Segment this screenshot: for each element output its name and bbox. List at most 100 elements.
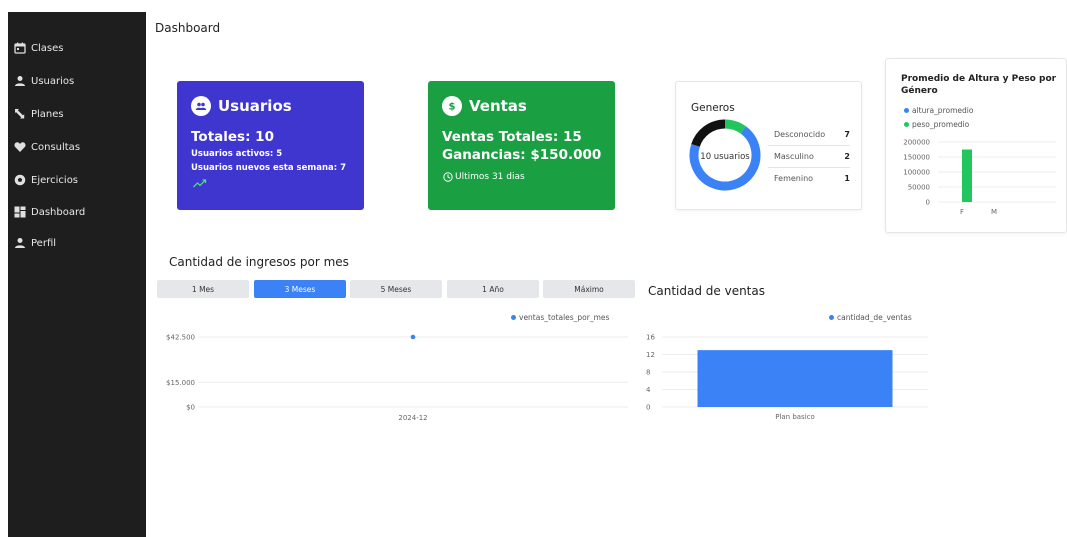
y-tick-label: $42.500 [166, 334, 195, 342]
page-title: Dashboard [155, 21, 221, 35]
sidebar-item-dashboard[interactable]: Dashboard [14, 206, 85, 218]
donut-center-label: 10 usuarios [700, 152, 750, 162]
y-tick-label: 200000 [903, 139, 930, 147]
x-tick-label: M [991, 208, 997, 216]
sales-chart-title: Cantidad de ventas [648, 284, 765, 298]
gender-value: 7 [844, 130, 850, 139]
x-tick-label: F [960, 208, 964, 216]
legend-label: ventas_totales_por_mes [519, 313, 610, 322]
sales-legend[interactable]: cantidad_de_ventas [829, 313, 912, 322]
arrows-icon [15, 109, 25, 119]
sidebar-item-label: Consultas [31, 141, 81, 153]
sidebar-item-label: Ejercicios [31, 174, 79, 186]
y-tick-label: 150000 [903, 154, 930, 162]
dollar-icon: $ [449, 102, 456, 113]
gender-row-femenino: Femenino 1 [774, 174, 850, 183]
users-new-week: Usuarios nuevos esta semana: 7 [191, 163, 347, 173]
sidebar-item-clases[interactable]: Clases [14, 42, 63, 54]
y-tick-label: 12 [646, 351, 655, 359]
height-weight-card: Promedio de Altura y Peso por Género alt… [885, 58, 1067, 233]
sidebar-item-label: Usuarios [31, 75, 75, 87]
range-5-meses-button[interactable]: 5 Meses [350, 280, 442, 298]
sales-card: $ Ventas Ventas Totales: 15 Ganancias: $… [428, 81, 615, 210]
y-tick-label: $0 [186, 404, 195, 412]
y-tick-label: 4 [646, 386, 651, 394]
gender-label: Masculino [774, 152, 814, 161]
x-tick-label: 2024-12 [398, 414, 427, 422]
legend-label: altura_promedio [912, 106, 974, 115]
users-badge [191, 96, 211, 116]
y-tick-label: 50000 [908, 184, 930, 192]
legend-dot [904, 108, 909, 113]
y-tick-label: 8 [646, 369, 650, 377]
range-3-meses-button[interactable]: 3 Meses [254, 280, 346, 298]
income-scatter-chart: $42.500 $15.000 $0 2024-12 [166, 334, 628, 422]
users-card-title: Usuarios [218, 97, 292, 115]
sidebar-item-label: Dashboard [31, 206, 86, 218]
y-tick-label: 0 [926, 199, 930, 207]
bar-plan-basico[interactable] [697, 350, 893, 407]
donut-slice-masculino[interactable] [691, 119, 726, 148]
sales-bar-chart: 16 12 8 4 0 Plan basico [646, 334, 928, 421]
gender-label: Femenino [774, 174, 814, 183]
gender-value: 1 [844, 174, 850, 183]
range-1-ano-button[interactable]: 1 Año [447, 280, 539, 298]
user-icon [15, 76, 25, 86]
users-active: Usuarios activos: 5 [191, 149, 283, 159]
data-point-2024-12[interactable] [410, 334, 416, 340]
height-weight-title: Promedio de Altura y Peso por Género [901, 74, 1057, 96]
sales-card-title: Ventas [469, 97, 527, 115]
dashboard-icon [14, 206, 26, 218]
sales-period: Ultimos 31 dias [443, 172, 525, 182]
users-icon [195, 102, 207, 110]
legend-peso[interactable]: peso_promedio [904, 120, 969, 129]
donut-slice-femenino[interactable] [724, 119, 746, 134]
y-tick-label: 16 [646, 334, 655, 342]
sidebar-item-label: Planes [31, 108, 64, 120]
gender-label: Desconocido [774, 130, 826, 139]
y-tick-label: 0 [646, 404, 650, 412]
height-weight-bar-chart: 200000 150000 100000 50000 0 F M [903, 139, 1056, 216]
sales-period-label: Ultimos 31 dias [455, 172, 525, 182]
divider [768, 167, 850, 168]
sidebar: Clases Usuarios Planes Consultas Ejercic… [8, 12, 146, 537]
gender-row-desconocido: Desconocido 7 [774, 130, 850, 139]
genders-card: Generos 10 usuarios Desconocido 7 Mascul… [675, 81, 862, 210]
trending-up-icon [193, 179, 207, 188]
sales-earnings: Ganancias: $150.000 [442, 147, 602, 163]
y-tick-label: $15.000 [166, 379, 195, 387]
income-chart-title: Cantidad de ingresos por mes [169, 255, 349, 269]
legend-dot [904, 122, 909, 127]
gender-row-masculino: Masculino 2 [774, 152, 850, 161]
legend-dot [511, 315, 516, 320]
sidebar-item-label: Perfil [31, 237, 57, 249]
calendar-icon [14, 42, 26, 54]
sales-badge: $ [442, 96, 462, 116]
sales-total: Ventas Totales: 15 [442, 129, 582, 145]
divider [768, 145, 850, 146]
users-card-header: Usuarios [191, 96, 292, 116]
range-1-mes-button[interactable]: 1 Mes [157, 280, 249, 298]
heart-icon [14, 142, 26, 152]
svg-text:$: $ [449, 102, 456, 113]
sidebar-item-usuarios[interactable]: Usuarios [14, 75, 74, 87]
legend-label: cantidad_de_ventas [837, 313, 912, 322]
x-tick-label: Plan basico [775, 413, 815, 421]
ball-icon [14, 174, 26, 186]
legend-dot [829, 315, 834, 320]
app: Clases Usuarios Planes Consultas Ejercic… [0, 0, 1067, 537]
legend-altura[interactable]: altura_promedio [904, 106, 973, 115]
sidebar-item-ejercicios[interactable]: Ejercicios [14, 174, 78, 186]
income-legend[interactable]: ventas_totales_por_mes [511, 313, 609, 322]
sales-card-header: $ Ventas [442, 96, 527, 116]
sidebar-item-perfil[interactable]: Perfil [14, 237, 56, 249]
clock-icon [443, 172, 453, 182]
genders-title: Generos [691, 102, 735, 114]
user-icon [15, 238, 25, 248]
bar-peso_promedio-F[interactable] [962, 149, 972, 203]
range-maximo-button[interactable]: Máximo [543, 280, 635, 298]
sidebar-item-label: Clases [31, 42, 64, 54]
y-tick-label: 100000 [903, 169, 930, 177]
sidebar-item-consultas[interactable]: Consultas [14, 141, 80, 153]
sidebar-item-planes[interactable]: Planes [14, 108, 64, 120]
